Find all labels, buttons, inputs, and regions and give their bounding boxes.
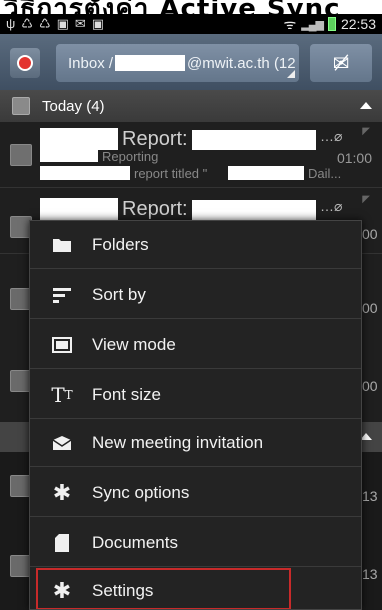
email-checkbox[interactable] bbox=[10, 144, 32, 166]
email-time: 13 bbox=[362, 488, 378, 504]
mail-icon: ✉ bbox=[74, 16, 86, 31]
image-icon: ▣ bbox=[91, 16, 105, 31]
menu-item-documents[interactable]: Documents bbox=[30, 519, 361, 567]
email-time: 01:00 bbox=[336, 150, 372, 166]
email-time: 00 bbox=[362, 226, 378, 242]
section-today[interactable]: Today (4) bbox=[0, 90, 382, 122]
collapse-arrow-icon[interactable] bbox=[360, 102, 372, 109]
redacted-preview bbox=[40, 150, 98, 162]
clock: 22:53 bbox=[340, 16, 376, 32]
caption-strip: วิธีการตั้งค่า Active Sync bbox=[0, 0, 382, 14]
menu-label: Sync options bbox=[92, 482, 190, 502]
compose-button[interactable]: ✉̸ bbox=[310, 44, 372, 82]
menu-item-sort-by[interactable]: Sort by bbox=[30, 271, 361, 319]
email-subject: Report: bbox=[122, 128, 188, 150]
status-bar: ψ ♺ ♺ ▣ ✉ ▣ ᯤ ▂▄▆ 22:53 bbox=[0, 14, 382, 34]
redacted-subject bbox=[192, 200, 316, 220]
usb-icon: ψ bbox=[6, 16, 16, 31]
redacted-username bbox=[115, 55, 186, 71]
redacted-preview bbox=[40, 166, 130, 180]
view-mode-icon bbox=[50, 333, 74, 357]
settings-highlight-box bbox=[36, 568, 291, 609]
redacted-sender bbox=[40, 128, 118, 150]
options-menu: Folders Sort by View mode TT Font size N… bbox=[29, 220, 362, 610]
account-selector[interactable]: Inbox / @mwit.ac.th (12 bbox=[56, 44, 299, 82]
menu-label: Folders bbox=[92, 234, 149, 254]
caption-text: วิธีการตั้งค่า Active Sync bbox=[4, 0, 341, 14]
menu-label: Documents bbox=[92, 532, 178, 552]
font-size-icon: TT bbox=[51, 382, 73, 407]
email-preview-line: report titled " bbox=[134, 166, 208, 181]
email-subject: Report: bbox=[122, 198, 188, 220]
menu-item-folders[interactable]: Folders bbox=[30, 221, 361, 269]
email-preview-end: Dail... bbox=[308, 166, 342, 181]
account-prefix: Inbox / bbox=[68, 54, 114, 72]
menu-item-font-size[interactable]: TT Font size bbox=[30, 371, 361, 419]
image-icon: ▣ bbox=[56, 16, 69, 31]
sort-icon bbox=[50, 283, 74, 307]
app-header: Inbox / @mwit.ac.th (12 ✉̸ bbox=[0, 34, 382, 90]
document-icon bbox=[50, 531, 74, 555]
folder-icon bbox=[50, 233, 74, 257]
attachment-icon: …⌀ bbox=[320, 128, 343, 144]
compose-mail-icon: ✉̸ bbox=[332, 52, 350, 75]
status-right: ᯤ ▂▄▆ 22:53 bbox=[283, 15, 376, 34]
record-icon bbox=[17, 55, 33, 71]
recycle-icon: ♺ bbox=[21, 16, 33, 31]
flag-icon: ◤ bbox=[362, 126, 370, 137]
battery-icon bbox=[327, 17, 336, 31]
menu-label: New meeting invitation bbox=[92, 432, 264, 452]
redacted-sender bbox=[40, 198, 118, 220]
menu-item-view-mode[interactable]: View mode bbox=[30, 321, 361, 369]
email-row[interactable]: Report: …⌀ ◤ Reporting 01:00 report titl… bbox=[0, 122, 382, 188]
signal-icon: ▂▄▆ bbox=[301, 18, 324, 31]
sync-gear-icon: ✱ bbox=[52, 479, 72, 505]
section-checkbox[interactable] bbox=[12, 97, 30, 115]
section-label: Today (4) bbox=[42, 97, 105, 115]
record-button[interactable] bbox=[10, 48, 40, 78]
email-time: 00 bbox=[362, 300, 378, 316]
email-time: 00 bbox=[362, 378, 378, 394]
menu-item-new-meeting-invitation[interactable]: New meeting invitation bbox=[30, 419, 361, 467]
attachment-icon: …⌀ bbox=[320, 198, 343, 214]
email-time: 13 bbox=[362, 566, 378, 582]
recycle-icon: ♺ bbox=[38, 16, 51, 31]
menu-label: Sort by bbox=[92, 284, 146, 304]
flag-icon: ◤ bbox=[362, 194, 370, 205]
email-preview: Reporting bbox=[102, 149, 159, 164]
menu-item-sync-options[interactable]: ✱ Sync options bbox=[30, 469, 361, 517]
meeting-invitation-icon bbox=[50, 431, 74, 455]
account-suffix: @mwit.ac.th (12 bbox=[187, 54, 296, 72]
wifi-icon: ᯤ bbox=[283, 15, 297, 32]
notification-icons: ψ ♺ ♺ ▣ ✉ ▣ bbox=[6, 16, 104, 32]
menu-label: View mode bbox=[92, 334, 176, 354]
redacted-preview bbox=[228, 166, 304, 180]
menu-label: Font size bbox=[92, 384, 161, 404]
dropdown-corner-icon bbox=[287, 70, 295, 78]
redacted-subject bbox=[192, 130, 316, 150]
